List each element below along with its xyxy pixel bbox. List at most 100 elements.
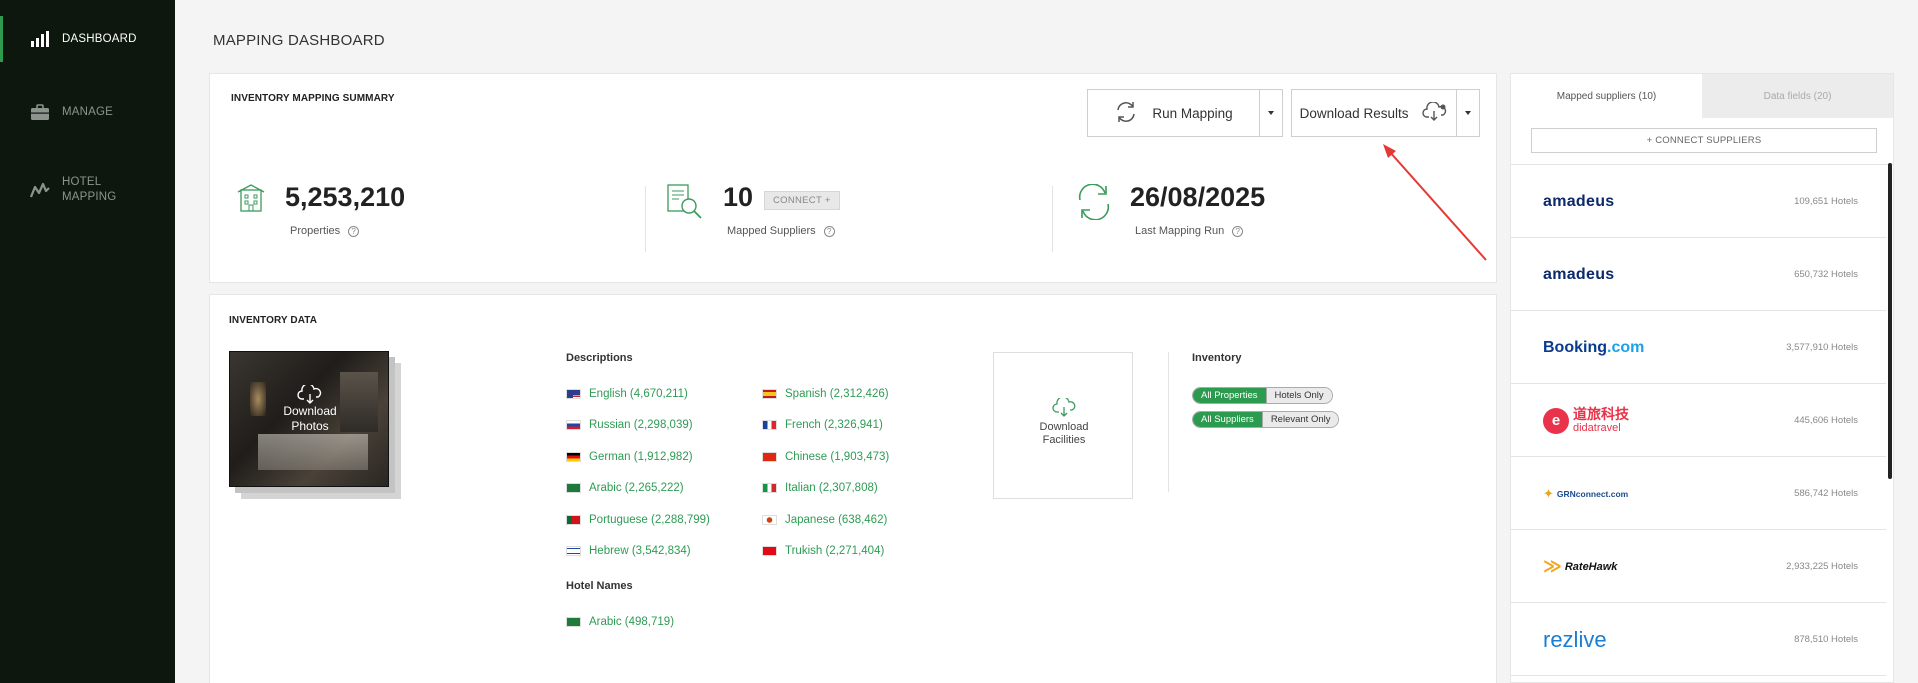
description-label: Hebrew (3,542,834) xyxy=(589,545,691,557)
supplier-row[interactable]: amadeus 650,732 Hotels xyxy=(1511,238,1886,311)
download-photos-line1: Download xyxy=(283,404,337,418)
supplier-hotel-count: 586,742 Hotels xyxy=(1794,488,1858,499)
supplier-row[interactable]: ≫ RateHawk 2,933,225 Hotels xyxy=(1511,530,1886,603)
rezlive-logo-text: rezlive xyxy=(1543,626,1607,652)
didatravel-mark-icon: e xyxy=(1543,407,1569,434)
flag-il-icon xyxy=(566,546,581,556)
amadeus-logo-text: amadeus xyxy=(1543,265,1615,283)
didatravel-logo: e 道旅科技 didatravel xyxy=(1543,384,1629,457)
all-properties-option[interactable]: All Properties xyxy=(1193,388,1266,403)
nav-manage[interactable]: MANAGE xyxy=(0,103,175,121)
amadeus-logo: amadeus xyxy=(1543,238,1614,311)
download-results-group: Download Results xyxy=(1291,89,1480,137)
supplier-hotel-count: 650,732 Hotels xyxy=(1794,269,1858,280)
refresh-icon xyxy=(1074,183,1114,225)
flag-cn-icon xyxy=(762,452,777,462)
properties-value: 5,253,210 xyxy=(285,182,406,212)
supplier-hotel-count: 445,606 Hotels xyxy=(1794,415,1858,426)
description-label: Japanese (638,462) xyxy=(785,514,888,526)
last-run-label-row: Last Mapping Run ? xyxy=(1135,225,1244,237)
description-tr-link[interactable]: Trukish (2,271,404) xyxy=(762,545,884,557)
grn-star-icon: ✦ xyxy=(1543,485,1554,501)
hotel-building-icon xyxy=(236,184,266,217)
download-results-dropdown[interactable] xyxy=(1456,90,1479,136)
stat-divider xyxy=(1052,186,1053,252)
hotel-names-arabic-label: Arabic (498,719) xyxy=(589,616,675,628)
flag-ru-icon xyxy=(566,420,581,430)
supplier-hotel-count: 2,933,225 Hotels xyxy=(1786,561,1858,572)
download-photos-button[interactable]: Download Photos xyxy=(229,351,401,499)
relevant-only-option[interactable]: Relevant Only xyxy=(1261,412,1339,427)
didatravel-cn-text: 道旅科技 xyxy=(1573,405,1629,422)
description-de-link[interactable]: German (1,912,982) xyxy=(566,451,693,463)
help-icon[interactable]: ? xyxy=(348,225,360,237)
booking-logo-text: Booking xyxy=(1543,338,1607,356)
didatravel-en-text: didatravel xyxy=(1573,421,1621,434)
amadeus-logo-text: amadeus xyxy=(1543,192,1615,210)
properties-toggle: All Properties Hotels Only xyxy=(1192,387,1333,404)
amadeus-logo: amadeus xyxy=(1543,165,1614,238)
flag-fr-icon xyxy=(762,420,777,430)
flag-tr-icon xyxy=(762,546,777,556)
description-il-link[interactable]: Hebrew (3,542,834) xyxy=(566,545,691,557)
tab-mapped-suppliers[interactable]: Mapped suppliers (10) xyxy=(1511,74,1702,118)
description-label: Portuguese (2,288,799) xyxy=(589,514,710,526)
help-icon[interactable]: ? xyxy=(1232,225,1244,237)
description-sa-link[interactable]: Arabic (2,265,222) xyxy=(566,482,684,494)
nav-dashboard[interactable]: DASHBOARD xyxy=(0,16,175,62)
description-label: Arabic (2,265,222) xyxy=(589,482,684,494)
refresh-icon xyxy=(1114,101,1138,126)
nav-hotel-mapping[interactable]: HOTEL MAPPING xyxy=(0,175,175,205)
description-pt-link[interactable]: Portuguese (2,288,799) xyxy=(566,514,710,526)
stat-suppliers: 10 CONNECT + Mapped Suppliers ? xyxy=(663,180,1043,246)
run-mapping-button[interactable]: Run Mapping xyxy=(1088,90,1259,136)
nav-hotel-mapping-label: HOTEL MAPPING xyxy=(62,175,116,205)
description-it-link[interactable]: Italian (2,307,808) xyxy=(762,482,878,494)
flag-de-icon xyxy=(566,452,581,462)
summary-title: INVENTORY MAPPING SUMMARY xyxy=(231,93,395,104)
all-suppliers-option[interactable]: All Suppliers xyxy=(1193,412,1262,427)
download-photos-label: Download Photos xyxy=(230,404,388,434)
description-us-link[interactable]: English (4,670,211) xyxy=(566,388,688,400)
ratehawk-mark-icon: ≫ xyxy=(1543,556,1562,576)
supplier-row[interactable]: e 道旅科技 didatravel 445,606 Hotels xyxy=(1511,384,1886,457)
activity-icon xyxy=(29,180,51,200)
nav-mapping-label-line2: MAPPING xyxy=(62,191,117,203)
description-cn-link[interactable]: Chinese (1,903,473) xyxy=(762,451,889,463)
suppliers-label-row: Mapped Suppliers ? xyxy=(727,225,835,237)
description-label: German (1,912,982) xyxy=(589,451,693,463)
last-run-label: Last Mapping Run xyxy=(1135,225,1225,237)
download-facilities-button[interactable]: Download Facilities xyxy=(993,352,1133,499)
download-results-label: Download Results xyxy=(1299,105,1409,121)
hotels-only-option[interactable]: Hotels Only xyxy=(1265,388,1332,403)
description-jp-link[interactable]: Japanese (638,462) xyxy=(762,514,887,526)
help-icon[interactable]: ? xyxy=(823,225,835,237)
description-fr-link[interactable]: French (2,326,941) xyxy=(762,419,883,431)
description-es-link[interactable]: Spanish (2,312,426) xyxy=(762,388,889,400)
suppliers-toggle: All Suppliers Relevant Only xyxy=(1192,411,1340,428)
supplier-row[interactable]: ✦ GRNconnect.com 586,742 Hotels xyxy=(1511,457,1886,530)
connect-button[interactable]: CONNECT + xyxy=(764,191,840,210)
run-mapping-dropdown[interactable] xyxy=(1259,90,1282,136)
supplier-row[interactable]: Booking .com 3,577,910 Hotels xyxy=(1511,311,1886,384)
supplier-row[interactable]: rezlive 878,510 Hotels xyxy=(1511,603,1886,676)
inventory-title: INVENTORY DATA xyxy=(229,315,318,326)
tab-data-fields[interactable]: Data fields (20) xyxy=(1702,74,1893,118)
suppliers-tabs: Mapped suppliers (10) Data fields (20) xyxy=(1511,74,1893,118)
stat-last-run: 26/08/2025 Last Mapping Run ? xyxy=(1072,180,1472,246)
flag-us-icon xyxy=(566,389,581,399)
description-ru-link[interactable]: Russian (2,298,039) xyxy=(566,419,693,431)
hotel-names-arabic-link[interactable]: Arabic (498,719) xyxy=(566,616,674,628)
properties-label: Properties xyxy=(290,225,341,237)
description-label: Chinese (1,903,473) xyxy=(785,451,890,463)
download-results-button[interactable]: Download Results xyxy=(1292,90,1456,136)
flag-sa-icon xyxy=(566,483,581,493)
supplier-list-scrollbar[interactable] xyxy=(1888,163,1892,479)
supplier-list: amadeus 109,651 Hotels amadeus 650,732 H… xyxy=(1511,164,1893,683)
nav-manage-label: MANAGE xyxy=(62,105,114,118)
supplier-row[interactable]: amadeus 109,651 Hotels xyxy=(1511,165,1886,238)
suppliers-value: 10 xyxy=(723,182,754,212)
connect-suppliers-button[interactable]: + CONNECT SUPPLIERS xyxy=(1531,128,1877,153)
flag-es-icon xyxy=(762,389,777,399)
properties-label-row: Properties ? xyxy=(290,225,360,237)
